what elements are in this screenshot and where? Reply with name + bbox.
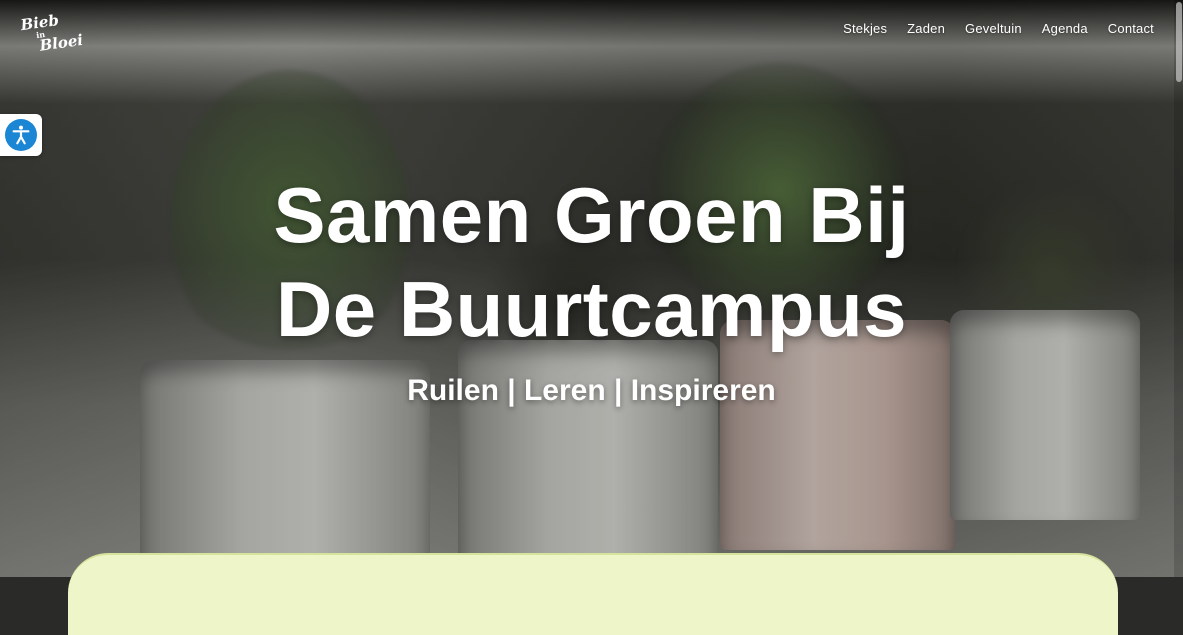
main-navigation: Stekjes Zaden Geveltuin Agenda Contact [843,21,1154,36]
nav-item-zaden[interactable]: Zaden [907,21,945,36]
nav-item-contact[interactable]: Contact [1108,21,1154,36]
hero-title-line1: Samen Groen Bij [273,171,910,259]
hero-subtitle: Ruilen | Leren | Inspireren [407,374,776,407]
hero-title-line2: De Buurtcampus [275,265,908,353]
accessibility-icon [5,119,37,151]
scrollbar-thumb[interactable] [1176,2,1182,82]
content-card-top [68,553,1118,635]
hero-title: Samen Groen Bij De Buurtcampus [0,168,1183,356]
nav-item-agenda[interactable]: Agenda [1042,21,1088,36]
nav-item-stekjes[interactable]: Stekjes [843,21,887,36]
nav-item-geveltuin[interactable]: Geveltuin [965,21,1022,36]
accessibility-button[interactable] [0,114,42,156]
page-scrollbar[interactable] [1174,0,1183,577]
site-logo[interactable]: Bieb in Bloei [19,10,84,56]
